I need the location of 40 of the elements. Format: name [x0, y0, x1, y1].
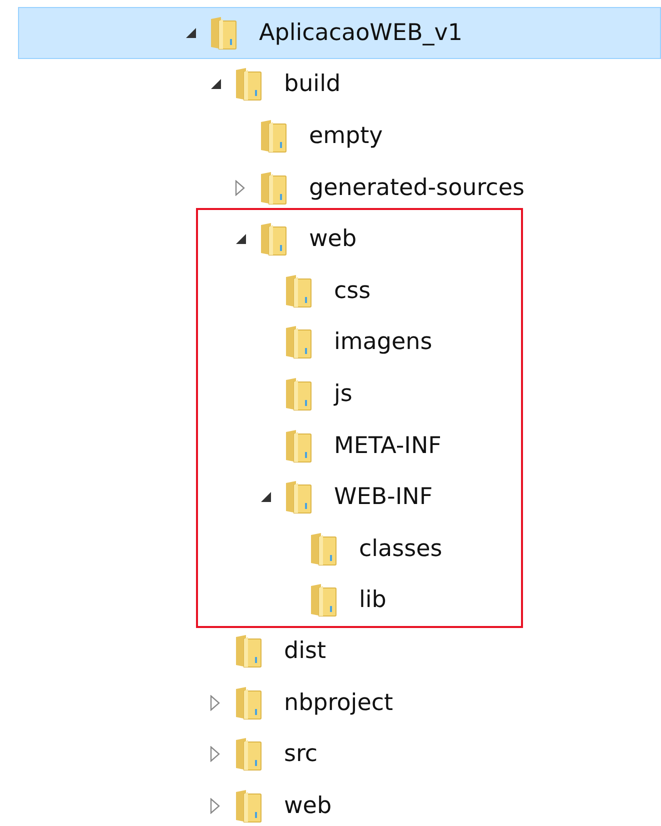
tree-item[interactable]: src [18, 728, 661, 780]
folder-icon [234, 736, 262, 772]
tree-item[interactable]: web [198, 213, 521, 265]
folder-icon [284, 272, 312, 309]
expanded-arrow-icon[interactable] [235, 233, 247, 246]
folder-icon [284, 428, 312, 464]
folder-icon [284, 479, 312, 516]
folder-icon [234, 632, 262, 669]
collapsed-arrow-icon[interactable] [235, 180, 245, 196]
folder-icon [234, 684, 262, 721]
tree-item[interactable]: dist [18, 625, 661, 677]
folder-icon [259, 118, 287, 154]
folder-icon [259, 221, 287, 258]
tree-item[interactable]: empty [18, 110, 661, 162]
folder-icon [309, 582, 337, 618]
tree-item[interactable]: AplicacaoWEB_v1 [18, 7, 661, 59]
folder-icon [234, 66, 262, 102]
tree-item[interactable]: classes [198, 522, 521, 575]
tree-item[interactable]: WEB-INF [198, 471, 521, 523]
expanded-arrow-icon[interactable] [260, 491, 272, 504]
tree-item[interactable]: generated-sources [18, 162, 661, 214]
collapsed-arrow-icon[interactable] [210, 694, 220, 711]
collapsed-arrow-icon[interactable] [210, 798, 220, 814]
tree-item[interactable]: web [18, 780, 661, 826]
folder-icon [209, 14, 237, 51]
tree-item[interactable]: nbproject [18, 676, 661, 728]
tree-item[interactable]: js [198, 368, 521, 420]
tree-item[interactable]: imagens [198, 316, 521, 368]
expanded-arrow-icon[interactable] [210, 78, 222, 90]
tree-item[interactable]: build [18, 58, 661, 110]
collapsed-arrow-icon[interactable] [210, 746, 220, 762]
folder-icon [259, 170, 287, 206]
folder-icon [234, 788, 262, 824]
tree-item[interactable]: css [198, 264, 521, 317]
tree-item[interactable]: META-INF [198, 420, 521, 472]
folder-icon [284, 324, 312, 360]
folder-icon [309, 530, 337, 567]
tree-item[interactable]: lib [198, 574, 521, 626]
folder-icon [284, 376, 312, 412]
expanded-arrow-icon[interactable] [185, 26, 197, 39]
